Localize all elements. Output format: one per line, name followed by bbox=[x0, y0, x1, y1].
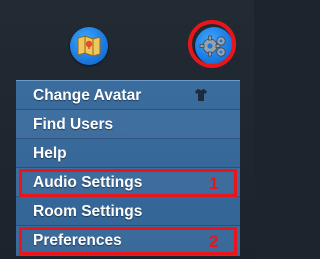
menu-item-label: Change Avatar bbox=[33, 87, 142, 104]
menu-item-label: Audio Settings bbox=[33, 174, 143, 191]
menu-item-room-settings[interactable]: Room Settings bbox=[16, 197, 240, 226]
settings-dropdown-menu: Change Avatar Find Users Help Audio Sett… bbox=[16, 80, 240, 256]
menu-item-label: Room Settings bbox=[33, 203, 143, 220]
annotation-number-2: 2 bbox=[209, 232, 219, 251]
menu-item-help[interactable]: Help bbox=[16, 139, 240, 168]
menu-item-label: Preferences bbox=[33, 232, 122, 249]
map-button[interactable] bbox=[70, 27, 108, 65]
menu-item-find-users[interactable]: Find Users bbox=[16, 110, 240, 139]
map-icon bbox=[77, 35, 101, 57]
shirt-icon bbox=[195, 89, 207, 101]
menu-item-label: Help bbox=[33, 145, 67, 162]
menu-item-change-avatar[interactable]: Change Avatar bbox=[16, 81, 240, 110]
menu-item-audio-settings[interactable]: Audio Settings bbox=[16, 168, 240, 197]
gear-icon bbox=[199, 35, 226, 57]
menu-item-preferences[interactable]: Preferences bbox=[16, 226, 240, 255]
settings-button[interactable] bbox=[195, 27, 233, 65]
menu-item-label: Find Users bbox=[33, 116, 114, 133]
app-window: Change Avatar Find Users Help Audio Sett… bbox=[0, 0, 254, 259]
annotation-number-1: 1 bbox=[209, 174, 219, 193]
